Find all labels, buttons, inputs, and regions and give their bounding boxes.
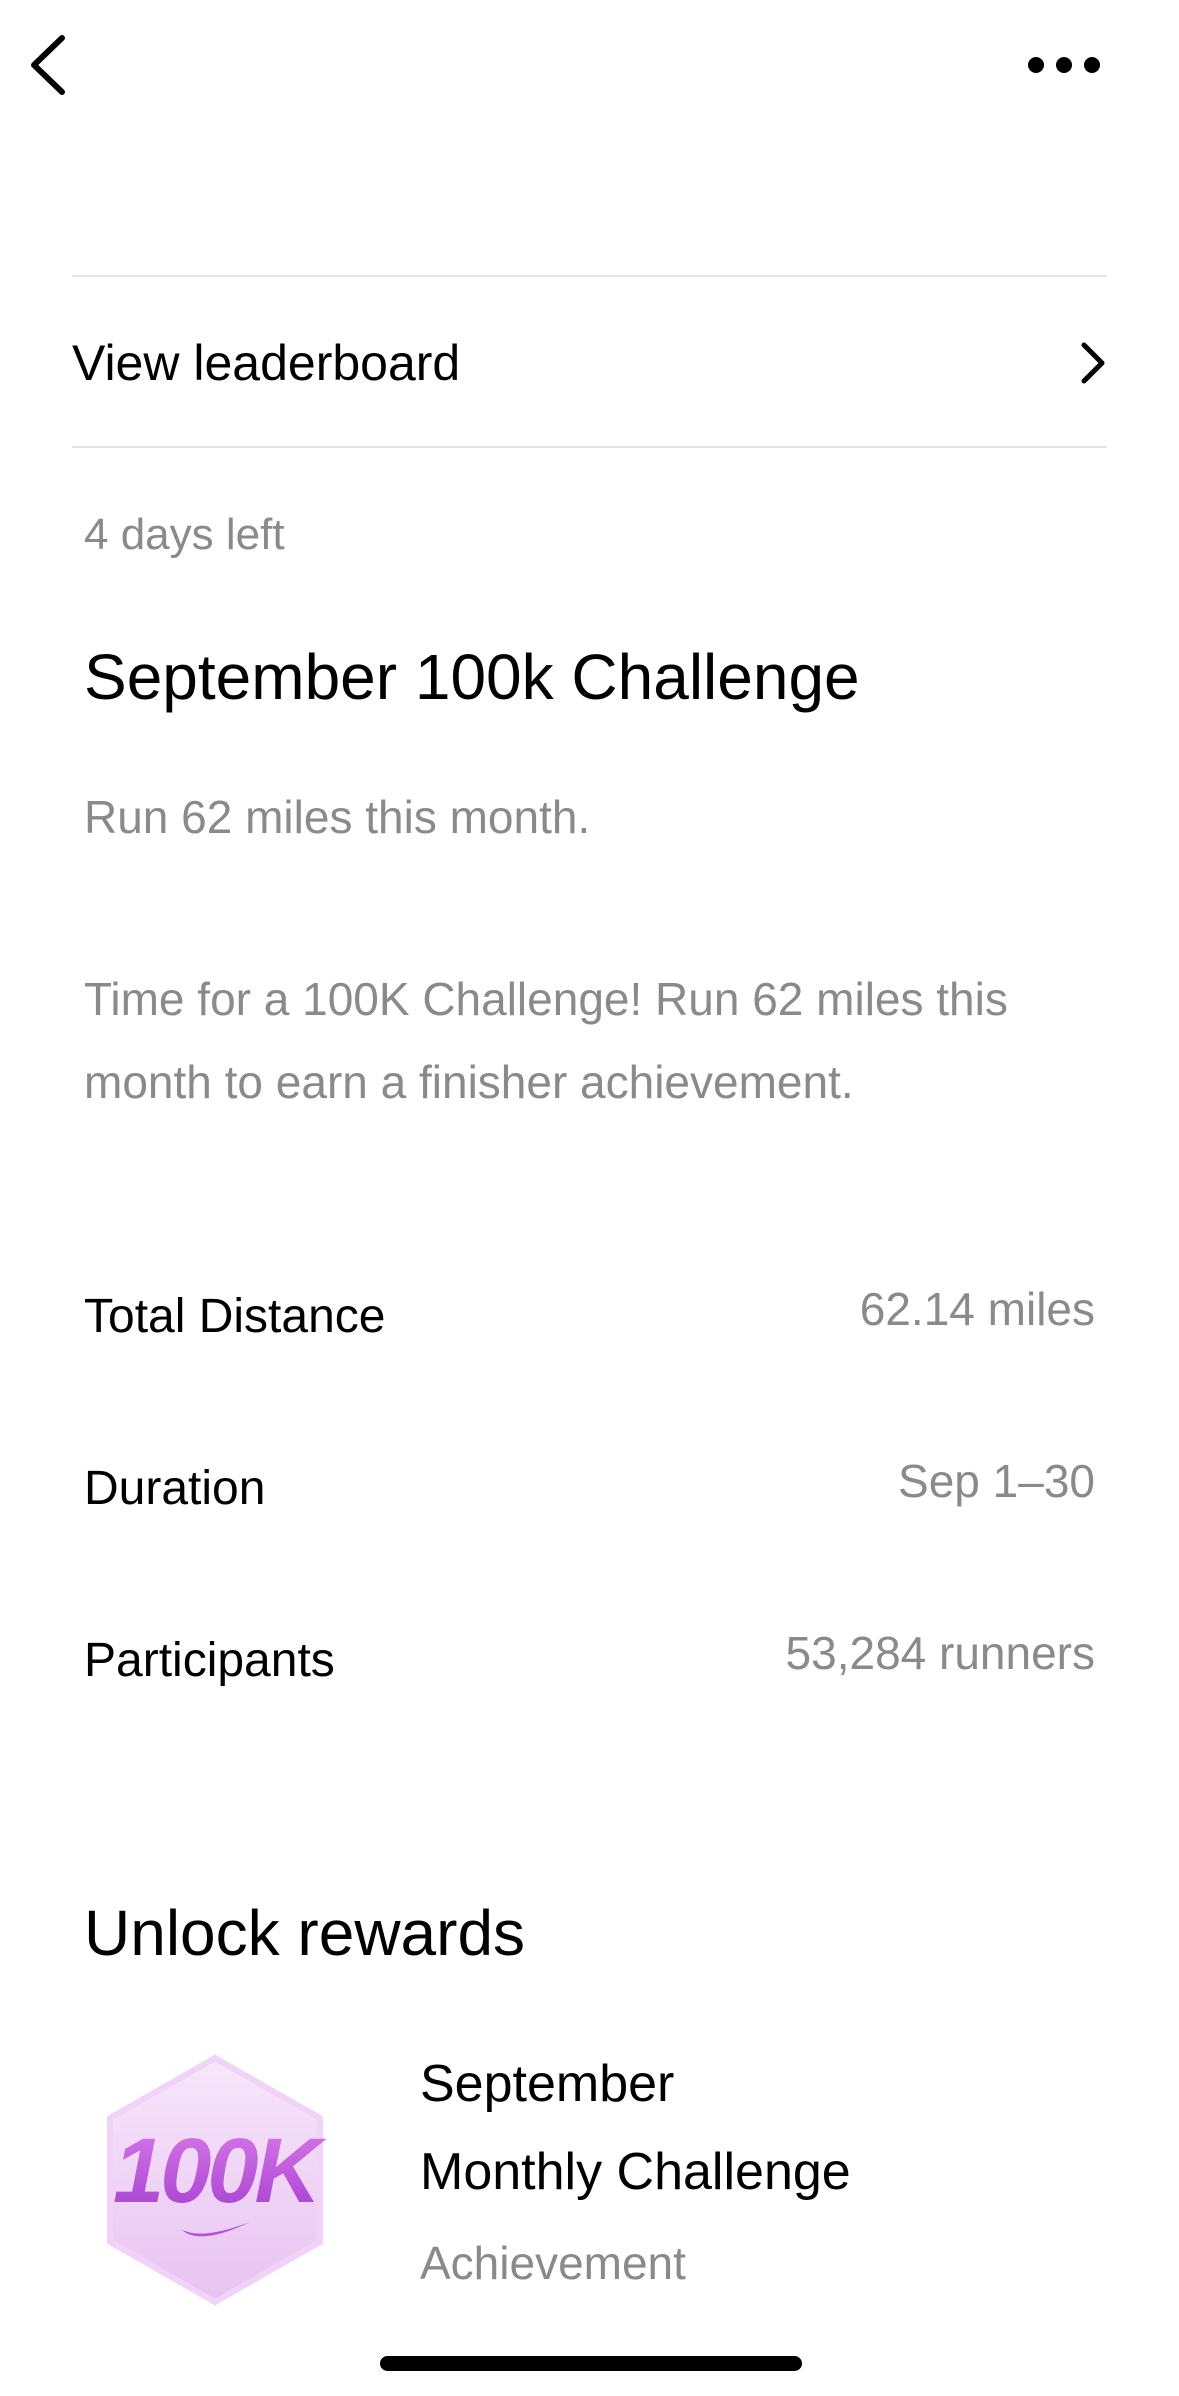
- stat-value: Sep 1–30: [898, 1455, 1095, 1507]
- badge-label: 100K: [113, 2120, 327, 2222]
- stat-label: Total Distance: [84, 1289, 386, 1343]
- stat-label: Participants: [84, 1633, 335, 1687]
- challenge-subtitle: Run 62 miles this month.: [84, 791, 591, 843]
- stat-row-participants: Participants 53,284 runners: [84, 1620, 1095, 1700]
- chevron-right-icon: [1081, 342, 1105, 384]
- chevron-left-icon: [31, 35, 65, 95]
- reward-title-line2: Monthly Challenge: [420, 2143, 851, 2201]
- stat-value: 62.14 miles: [859, 1283, 1095, 1335]
- leaderboard-label: View leaderboard: [72, 335, 461, 391]
- back-button[interactable]: [18, 30, 78, 100]
- challenge-description: Time for a 100K Challenge! Run 62 miles …: [84, 973, 1008, 1108]
- stat-label: Duration: [84, 1461, 266, 1515]
- reward-item-type: Achievement: [420, 2237, 686, 2289]
- stat-row-duration: Duration Sep 1–30: [84, 1448, 1095, 1528]
- rewards-heading: Unlock rewards: [84, 1897, 526, 1969]
- 100k-badge-icon[interactable]: 100K: [90, 2050, 340, 2310]
- reward-item-title[interactable]: September Monthly Challenge: [420, 2040, 1120, 2216]
- challenge-title: September 100k Challenge: [84, 641, 860, 713]
- challenge-detail-screen: View leaderboard 4 days left September 1…: [0, 0, 1179, 2396]
- stat-row-total-distance: Total Distance 62.14 miles: [84, 1276, 1095, 1356]
- stat-value: 53,284 runners: [785, 1627, 1095, 1679]
- more-options-button[interactable]: [1019, 40, 1109, 90]
- days-left-text: 4 days left: [84, 510, 285, 559]
- divider-bottom: [72, 446, 1107, 448]
- view-leaderboard-row[interactable]: View leaderboard: [72, 278, 1107, 448]
- divider-top: [72, 275, 1107, 277]
- home-indicator[interactable]: [380, 2356, 802, 2371]
- reward-title-line1: September: [420, 2055, 675, 2113]
- ellipsis-icon: [1028, 57, 1100, 73]
